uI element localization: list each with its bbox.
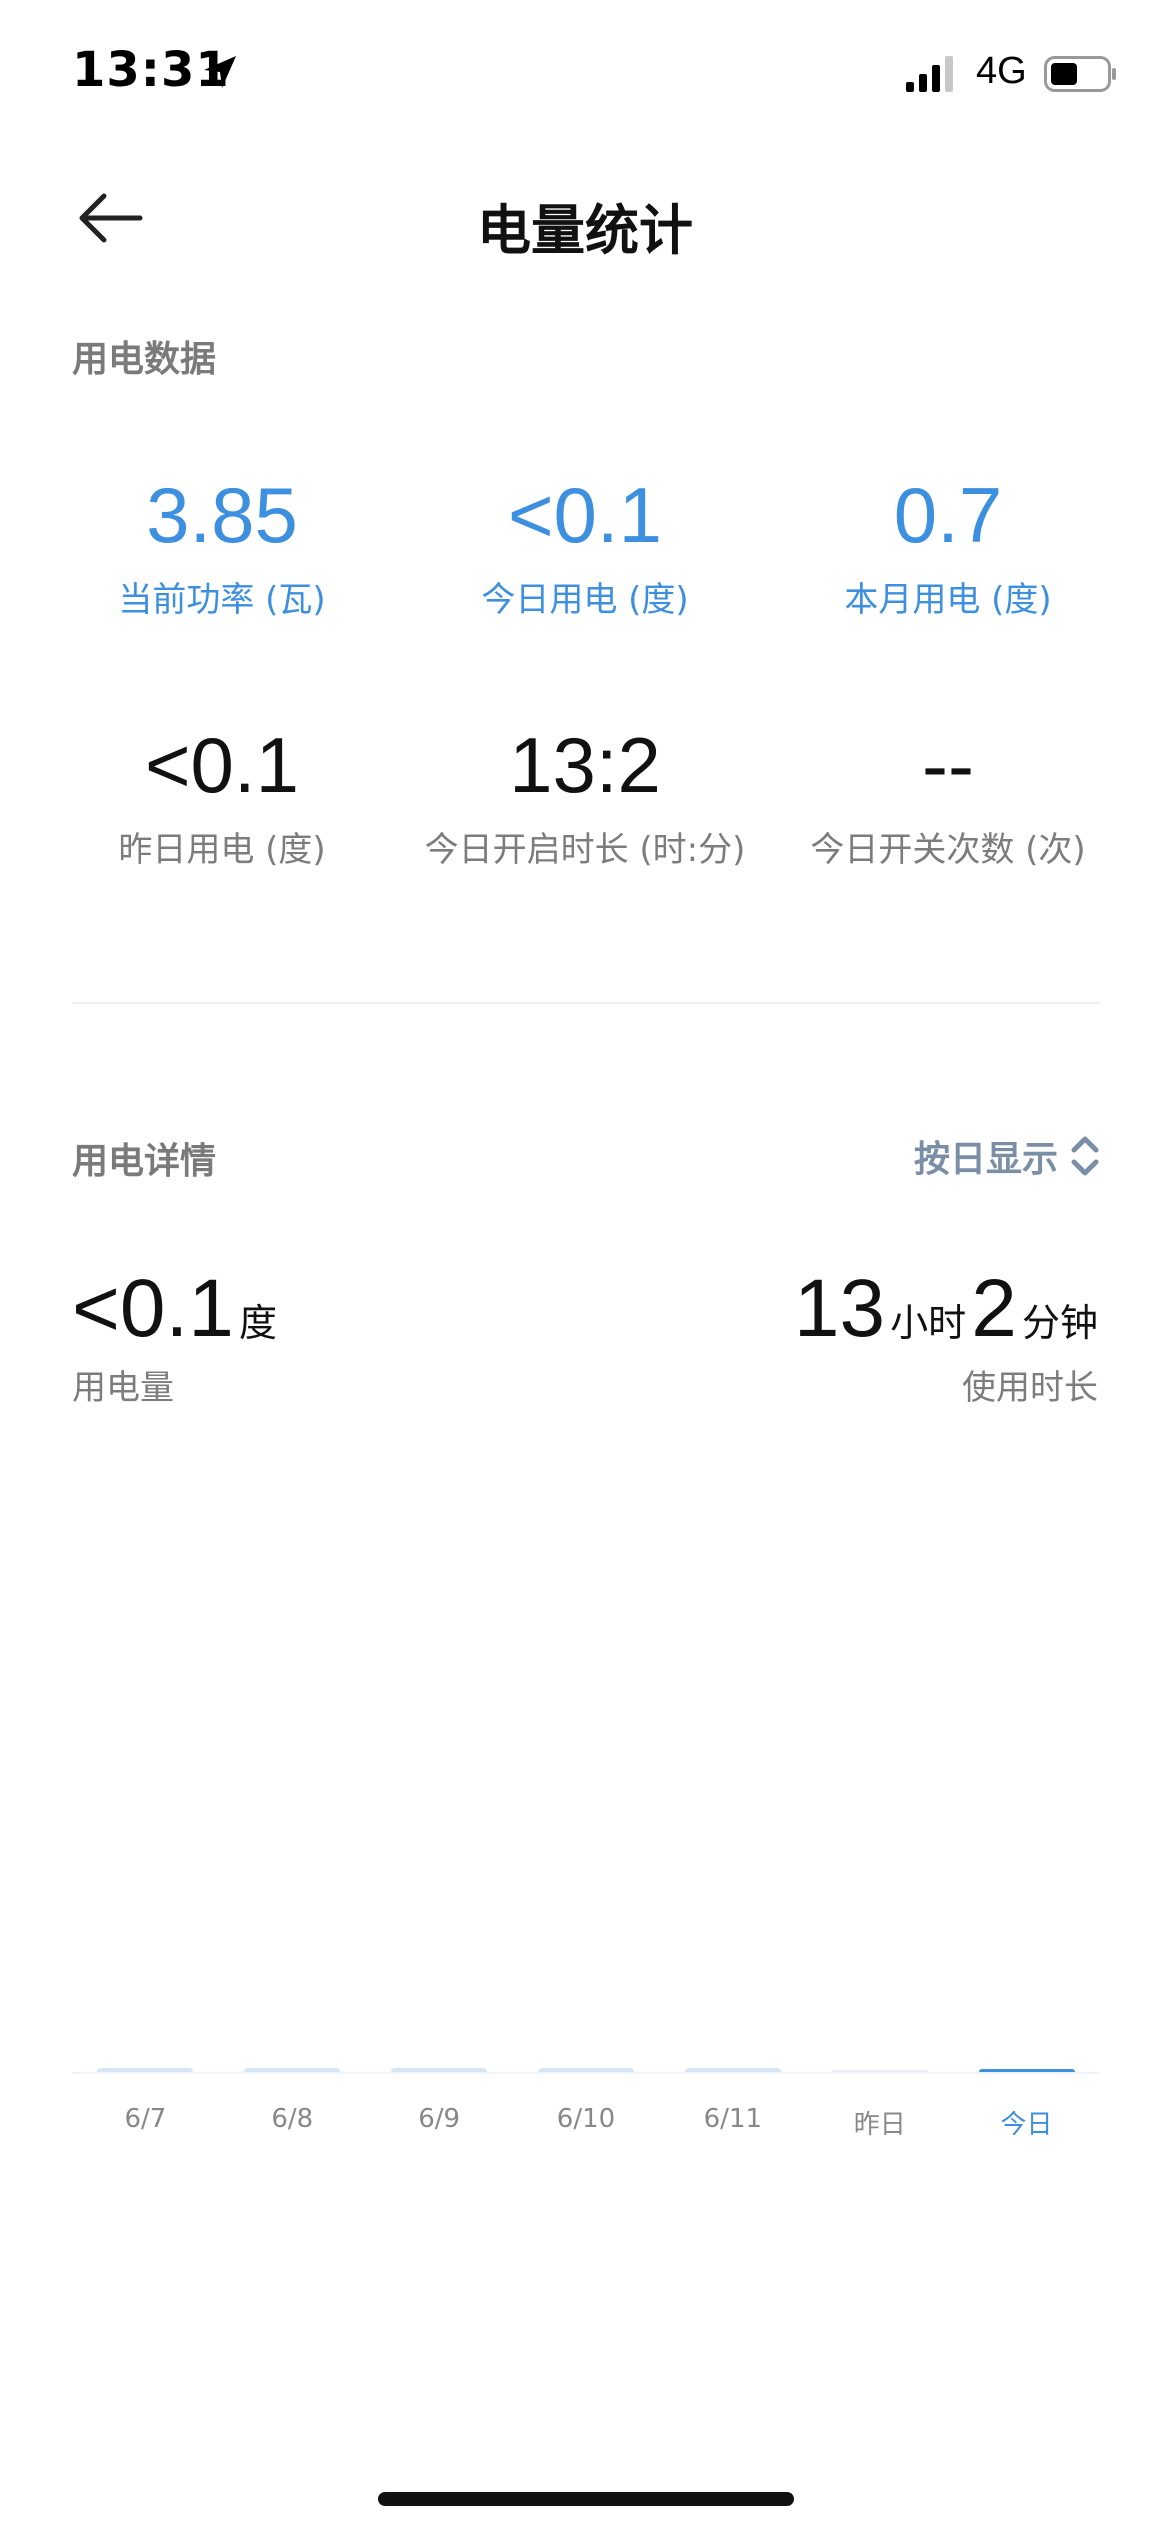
duration-hours: 13 (793, 1263, 886, 1354)
chart-bar-1[interactable] (244, 2068, 341, 2072)
chart-baseline (72, 2072, 1100, 2074)
battery-icon (1044, 56, 1116, 92)
stat-value: -- (922, 721, 974, 809)
chart-tick-label[interactable]: 6/11 (668, 2104, 798, 2134)
energy-unit: 度 (238, 1301, 277, 1345)
stat-label: 当前功率 (瓦) (118, 580, 326, 620)
chart-tick-label[interactable]: 6/8 (227, 2104, 357, 2134)
display-mode-selector[interactable]: 按日显示 (914, 1130, 1102, 1182)
stat-label: 今日开关次数 (次) (810, 830, 1086, 870)
chart-tick-label[interactable]: 6/9 (374, 2104, 504, 2134)
network-type: 4G (976, 50, 1027, 92)
up-down-chevron-icon (1071, 1136, 1099, 1176)
stat-today-usage: <0.1 今日用电 (度) (405, 470, 765, 621)
duration-minutes: 2 (971, 1263, 1017, 1354)
energy-caption: 用电量 (72, 1368, 174, 1408)
stat-value: <0.1 (145, 721, 299, 809)
stat-today-switch-count: -- 今日开关次数 (次) (768, 720, 1128, 871)
stat-month-usage: 0.7 本月用电 (度) (768, 470, 1128, 621)
status-bar: 13:31 4G (0, 0, 1170, 150)
display-mode-label: 按日显示 (913, 1139, 1058, 1180)
stat-yesterday-usage: <0.1 昨日用电 (度) (42, 720, 402, 871)
chart-bar-6[interactable] (978, 2069, 1075, 2072)
section-divider (72, 1002, 1100, 1004)
location-arrow-icon (204, 56, 236, 88)
stat-today-on-duration: 13:2 今日开启时长 (时:分) (405, 720, 765, 871)
stat-value: 13:2 (509, 721, 661, 809)
stat-current-power: 3.85 当前功率 (瓦) (42, 470, 402, 621)
stat-label: 今日用电 (度) (481, 580, 689, 620)
duration-minutes-unit: 分钟 (1021, 1301, 1098, 1345)
stat-value: <0.1 (508, 471, 662, 559)
stat-label: 本月用电 (度) (844, 580, 1052, 620)
duration-summary: 13 小时 2 分钟 使用时长 (794, 1262, 1098, 1409)
chart-bar-3[interactable] (538, 2068, 634, 2072)
stat-label: 今日开启时长 (时:分) (424, 830, 746, 870)
stat-label: 昨日用电 (度) (118, 830, 326, 870)
chart-tick-label[interactable]: 昨日 (815, 2104, 945, 2141)
stat-value: 3.85 (146, 471, 298, 559)
chart-bar-4[interactable] (684, 2068, 781, 2072)
chart-tick-label[interactable]: 6/10 (521, 2104, 651, 2134)
duration-caption: 使用时长 (962, 1368, 1098, 1408)
usage-detail-section-title: 用电详情 (72, 1141, 217, 1182)
cellular-signal-icon (906, 56, 953, 92)
chart-tick-label[interactable]: 6/7 (80, 2104, 210, 2134)
chart-tick-label[interactable]: 今日 (962, 2104, 1092, 2141)
chart-bar-0[interactable] (97, 2068, 194, 2072)
duration-hours-unit: 小时 (890, 1301, 967, 1345)
chart-bar-5[interactable] (831, 2070, 928, 2072)
usage-data-section-title: 用电数据 (72, 339, 217, 380)
energy-value: <0.1 (72, 1263, 234, 1354)
home-indicator[interactable] (378, 2492, 794, 2506)
chart-bar-2[interactable] (391, 2068, 488, 2072)
stat-value: 0.7 (893, 471, 1003, 559)
page-title: 电量统计 (477, 199, 693, 262)
energy-summary: <0.1 度 用电量 (72, 1262, 277, 1409)
daily-usage-chart: 6/7 6/8 6/9 6/10 6/11 昨日 今日 (72, 1980, 1100, 2150)
